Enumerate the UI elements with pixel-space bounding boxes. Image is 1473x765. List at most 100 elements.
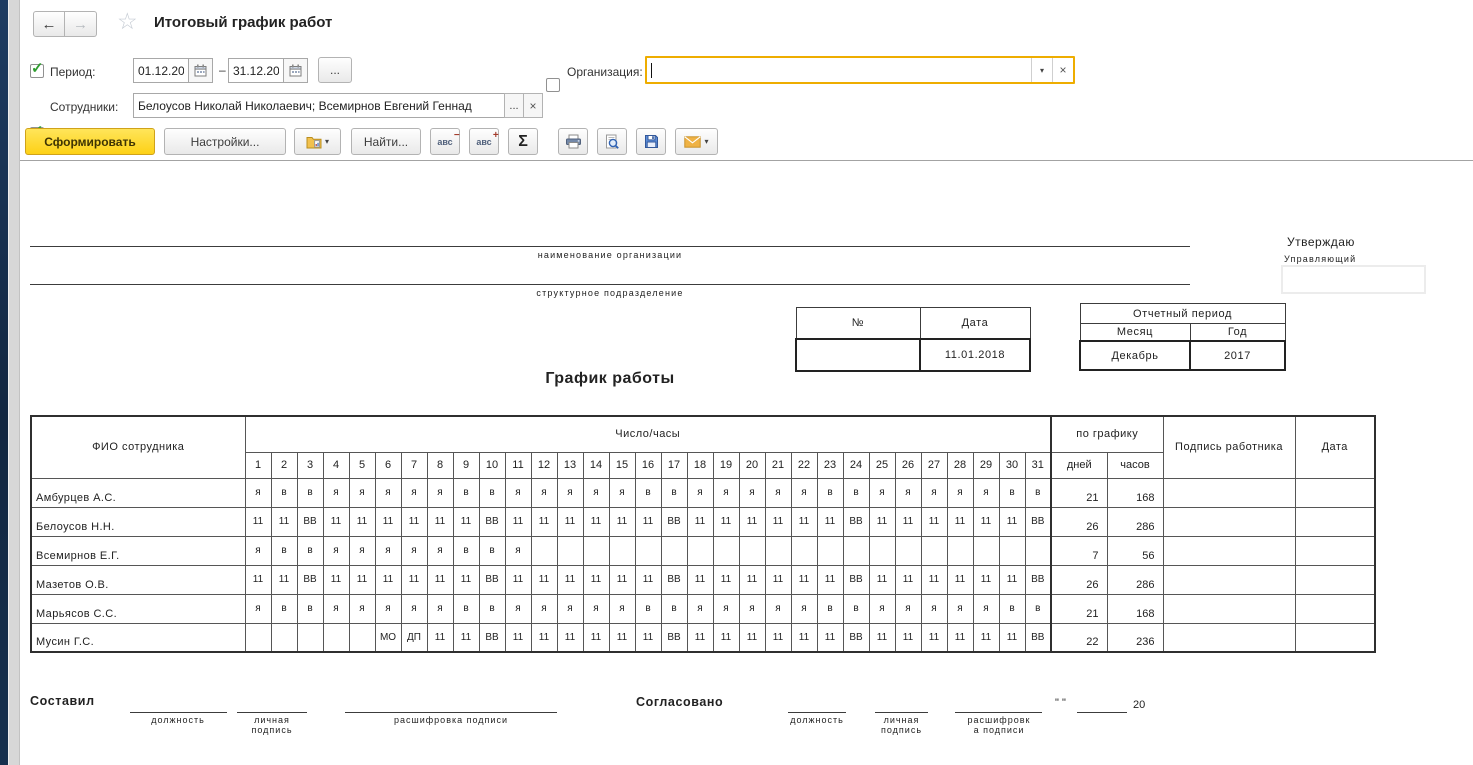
- back-button[interactable]: ←: [33, 11, 65, 37]
- day-value-cell: 11: [271, 565, 297, 594]
- day-value-cell: ВВ: [297, 565, 323, 594]
- forward-button[interactable]: →: [65, 11, 97, 37]
- day-value-cell: [349, 623, 375, 652]
- day-value-cell: я: [583, 478, 609, 507]
- favorite-star-icon[interactable]: ☆: [117, 8, 138, 35]
- day-value-cell: 11: [557, 623, 583, 652]
- day-value-cell: в: [999, 478, 1025, 507]
- day-value-cell: ВВ: [479, 623, 505, 652]
- period-to-input[interactable]: [229, 64, 283, 78]
- day-value-cell: 11: [271, 507, 297, 536]
- date-header: Дата: [920, 308, 1030, 340]
- day-value-cell: [271, 623, 297, 652]
- schedule-row: Марьясов С.С.яввяяяяяввяяяяяввяяяяяввяяя…: [31, 594, 1375, 623]
- hours-total-cell: 168: [1107, 478, 1163, 507]
- day-value-cell: 11: [635, 623, 661, 652]
- organization-checkbox[interactable]: [546, 78, 560, 92]
- autosum-button[interactable]: Σ: [508, 128, 538, 155]
- printer-icon: [565, 134, 582, 149]
- print-preview-button[interactable]: [597, 128, 627, 155]
- employees-more-button[interactable]: ...: [504, 93, 524, 118]
- day-value-cell: 11: [999, 565, 1025, 594]
- send-email-button[interactable]: ▾: [675, 128, 718, 155]
- day-value-cell: 11: [895, 507, 921, 536]
- day-value-cell: 11: [895, 565, 921, 594]
- day-value-cell: в: [999, 594, 1025, 623]
- calendar-button[interactable]: [188, 59, 212, 82]
- day-value-cell: я: [349, 536, 375, 565]
- day-value-cell: в: [271, 478, 297, 507]
- day-value-cell: я: [739, 478, 765, 507]
- day-number-header: 1: [245, 452, 271, 478]
- organization-clear-button[interactable]: ×: [1052, 58, 1073, 82]
- generate-report-button[interactable]: Сформировать: [25, 128, 155, 155]
- day-value-cell: 11: [453, 507, 479, 536]
- day-value-cell: 11: [349, 565, 375, 594]
- period-label: Период:: [50, 65, 95, 79]
- calendar-button[interactable]: [283, 59, 307, 82]
- signature-transcript-caption: расшифровка подписи: [345, 715, 557, 725]
- signature-line: [955, 698, 1042, 713]
- day-number-header: 19: [713, 452, 739, 478]
- day-value-cell: я: [427, 536, 453, 565]
- day-number-header: 16: [635, 452, 661, 478]
- find-button[interactable]: Найти...: [351, 128, 421, 155]
- day-value-cell: 11: [401, 565, 427, 594]
- envelope-icon: [684, 136, 701, 148]
- organization-label: Организация:: [567, 65, 643, 79]
- hours-total-cell: 286: [1107, 507, 1163, 536]
- hours-total-cell: 236: [1107, 623, 1163, 652]
- report-variants-button[interactable]: ▾: [294, 128, 341, 155]
- day-value-cell: 11: [531, 623, 557, 652]
- employee-name-cell: Всемирнов Е.Г.: [31, 536, 245, 565]
- days-total-cell: 22: [1051, 623, 1107, 652]
- organization-dropdown-button[interactable]: ▾: [1031, 58, 1052, 82]
- day-value-cell: в: [297, 478, 323, 507]
- day-value-cell: 11: [791, 507, 817, 536]
- day-value-cell: 11: [817, 565, 843, 594]
- increase-font-button[interactable]: авс+: [469, 128, 499, 155]
- day-value-cell: я: [375, 594, 401, 623]
- organization-input[interactable]: [652, 63, 1031, 77]
- day-value-cell: 11: [453, 565, 479, 594]
- day-value-cell: в: [297, 536, 323, 565]
- day-value-cell: я: [323, 536, 349, 565]
- day-value-cell: [245, 623, 271, 652]
- day-value-cell: в: [817, 478, 843, 507]
- schedule-row: Мусин Г.С.МОДП1111ВВ111111111111ВВ111111…: [31, 623, 1375, 652]
- day-value-cell: я: [765, 594, 791, 623]
- period-checkbox[interactable]: ✓: [30, 64, 44, 78]
- day-value-cell: я: [947, 478, 973, 507]
- signature-cell: [1163, 594, 1295, 623]
- abc-minus-icon: авс−: [437, 137, 452, 147]
- date-value: 11.01.2018: [920, 339, 1030, 371]
- day-number-header: 17: [661, 452, 687, 478]
- day-value-cell: я: [895, 478, 921, 507]
- day-number-header: 20: [739, 452, 765, 478]
- day-value-cell: 11: [609, 623, 635, 652]
- day-value-cell: [531, 536, 557, 565]
- day-value-cell: 11: [739, 507, 765, 536]
- save-button[interactable]: [636, 128, 666, 155]
- employees-input[interactable]: [134, 99, 504, 113]
- day-value-cell: я: [375, 478, 401, 507]
- day-value-cell: я: [713, 478, 739, 507]
- day-value-cell: [817, 536, 843, 565]
- settings-button[interactable]: Настройки...: [164, 128, 286, 155]
- period-more-button[interactable]: ...: [318, 57, 352, 83]
- day-value-cell: я: [245, 594, 271, 623]
- day-value-cell: в: [479, 536, 505, 565]
- day-value-cell: 11: [609, 507, 635, 536]
- day-value-cell: 11: [947, 623, 973, 652]
- day-value-cell: [323, 623, 349, 652]
- print-button[interactable]: [558, 128, 588, 155]
- day-number-header: 4: [323, 452, 349, 478]
- decrease-font-button[interactable]: авс−: [430, 128, 460, 155]
- period-from-input[interactable]: [134, 64, 188, 78]
- employees-clear-button[interactable]: ×: [523, 93, 543, 118]
- day-value-cell: 11: [687, 623, 713, 652]
- day-number-header: 28: [947, 452, 973, 478]
- day-value-cell: я: [609, 478, 635, 507]
- signature-cell: [1163, 507, 1295, 536]
- day-value-cell: я: [401, 536, 427, 565]
